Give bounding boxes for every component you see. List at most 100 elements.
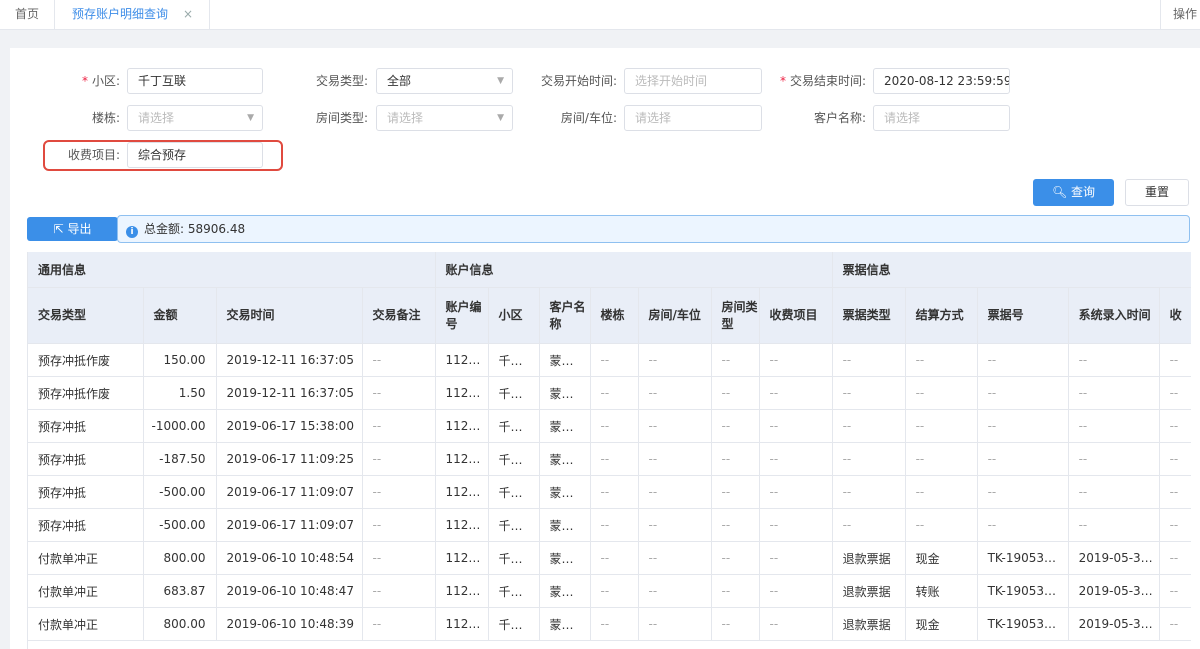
table-cell: --: [638, 607, 712, 641]
tab-home[interactable]: 首页: [0, 0, 55, 29]
table-cell: 2019-06-17 11:09:25: [216, 442, 363, 476]
close-icon[interactable]: ×: [183, 0, 193, 29]
table-row[interactable]: 预存冲抵作废 1.50 2019-12-11 16:37:05 -- 112… 千… 蒙… -…: [28, 376, 1191, 410]
column-header: 票据类型: [832, 287, 906, 344]
table-cell: --: [1068, 508, 1160, 542]
search-icon: 🔍︎: [1051, 185, 1068, 199]
total-value: 58906.48: [187, 222, 246, 236]
table-cell: --: [638, 574, 712, 608]
info-icon: i: [126, 226, 138, 238]
table-row[interactable]: 付款单冲正 800.00 2019-06-10 10:48:54 -- 112… 千… 蒙……: [28, 541, 1191, 575]
table-cell: --: [362, 376, 436, 410]
table-row[interactable]: 预存冲抵作废 150.00 2019-12-11 16:37:05 -- 112… 千… 蒙…: [28, 343, 1191, 377]
table-cell: 蒙…: [539, 508, 591, 542]
table-cell: 2019-06-17 15:38:00: [216, 409, 363, 443]
tab-prestore-detail[interactable]: 预存账户明细查询 ×: [54, 0, 210, 29]
table-cell: 2019-05-3…: [1068, 541, 1160, 575]
table-row[interactable]: 预存冲抵 -187.50 2019-06-17 11:09:25 -- 112… 千… 蒙……: [28, 442, 1191, 476]
table-cell: --: [759, 541, 833, 575]
table-cell: 150.00: [143, 343, 217, 377]
table-cell: 2019-06-17 11:09:07: [216, 508, 363, 542]
table-cell: 蒙…: [539, 442, 591, 476]
txn-type-label: 交易类型:: [315, 74, 368, 88]
table-cell: --: [711, 442, 760, 476]
table-cell: --: [1159, 475, 1191, 509]
reset-button[interactable]: 重置: [1125, 179, 1189, 206]
table-cell: --: [362, 541, 436, 575]
table-cell: 2019-05-3…: [1068, 574, 1160, 608]
fee-item-input[interactable]: 综合预存: [127, 142, 263, 168]
table-cell: 2019-06-10 10:48:47: [216, 574, 363, 608]
table-cell: 付款单冲正: [28, 541, 144, 575]
table-row[interactable]: 付款单冲正 800.00 2019-06-10 10:48:39 -- 112… 千… 蒙……: [28, 607, 1191, 641]
room-type-label: 房间类型:: [315, 111, 368, 125]
table-cell: --: [1159, 541, 1191, 575]
table-row[interactable]: 预存冲抵 -500.00 2019-06-17 11:09:07 -- 112… 千… 蒙……: [28, 475, 1191, 509]
table-cell: --: [977, 508, 1069, 542]
start-time-input[interactable]: 选择开始时间: [624, 68, 762, 94]
table-cell: -500.00: [143, 508, 217, 542]
table-cell: --: [832, 343, 906, 377]
column-header: 交易时间: [216, 287, 363, 344]
table-cell: 800.00: [143, 607, 217, 641]
room-label: 房间/车位:: [560, 111, 617, 125]
chevron-down-icon: ▼: [247, 113, 254, 123]
column-header: 小区: [488, 287, 540, 344]
table-cell: --: [759, 376, 833, 410]
table-cell: --: [638, 508, 712, 542]
table-cell: 预存冲抵: [28, 475, 144, 509]
table-cell: --: [1159, 574, 1191, 608]
query-button[interactable]: 🔍︎ 查询: [1033, 179, 1114, 206]
table-cell: --: [977, 343, 1069, 377]
table-cell: --: [362, 607, 436, 641]
table-cell: -187.50: [143, 442, 217, 476]
table-cell: --: [759, 574, 833, 608]
table-cell: --: [905, 442, 978, 476]
table-cell: --: [638, 475, 712, 509]
table-cell: --: [1068, 442, 1160, 476]
export-button[interactable]: ⇱ 导出: [27, 217, 118, 241]
table-cell: 预存冲抵作废: [28, 376, 144, 410]
table-cell: --: [1068, 475, 1160, 509]
table-cell: 800.00: [143, 541, 217, 575]
table-cell: --: [759, 508, 833, 542]
building-select[interactable]: 请选择 ▼: [127, 105, 263, 131]
table-cell: --: [832, 376, 906, 410]
table-row[interactable]: 预存冲抵 -1000.00 2019-06-17 15:38:00 -- 112… 千… 蒙…: [28, 409, 1191, 443]
table-cell: --: [832, 409, 906, 443]
table-cell: --: [590, 541, 639, 575]
end-time-input[interactable]: 2020-08-12 23:59:59: [873, 68, 1010, 94]
table-cell: --: [711, 475, 760, 509]
customer-select[interactable]: 请选择: [873, 105, 1010, 131]
table-cell: 112…: [435, 343, 489, 377]
table-cell: 千…: [488, 541, 540, 575]
table-cell: --: [1068, 376, 1160, 410]
table-cell: --: [905, 508, 978, 542]
table-cell: 退款票据: [832, 574, 906, 608]
table-cell: --: [977, 409, 1069, 443]
table-cell: --: [590, 343, 639, 377]
community-input[interactable]: 千丁互联: [127, 68, 263, 94]
table-cell: 蒙…: [539, 574, 591, 608]
tab-label: 预存账户明细查询: [72, 7, 169, 21]
table-cell: 预存冲抵: [28, 409, 144, 443]
tab-operations[interactable]: 操作: [1160, 0, 1200, 29]
total-label: 总金额:: [144, 222, 185, 236]
txn-type-select[interactable]: 全部 ▼: [376, 68, 513, 94]
table-cell: --: [759, 475, 833, 509]
table-cell: 2019-06-17 11:09:07: [216, 475, 363, 509]
table-cell: 112…: [435, 475, 489, 509]
table-cell: --: [1159, 607, 1191, 641]
table-row[interactable]: 付款单冲正 683.87 2019-06-10 10:48:47 -- 112… 千… 蒙……: [28, 574, 1191, 608]
table-cell: -1000.00: [143, 409, 217, 443]
detail-table[interactable]: 通用信息 账户信息 票据信息 交易类型 金额 交易时间 交易备注 账户编号 小区 客户名称楼…: [27, 252, 1191, 649]
room-select[interactable]: 请选择: [624, 105, 762, 131]
table-cell: --: [1159, 343, 1191, 377]
table-cell: 千…: [488, 607, 540, 641]
table-cell: --: [1068, 343, 1160, 377]
table-cell: 112…: [435, 607, 489, 641]
table-cell: 112…: [435, 409, 489, 443]
table-row[interactable]: 预存冲抵 -500.00 2019-06-17 11:09:07 -- 112… 千… 蒙……: [28, 508, 1191, 542]
table-cell: --: [1159, 508, 1191, 542]
room-type-select[interactable]: 请选择 ▼: [376, 105, 513, 131]
